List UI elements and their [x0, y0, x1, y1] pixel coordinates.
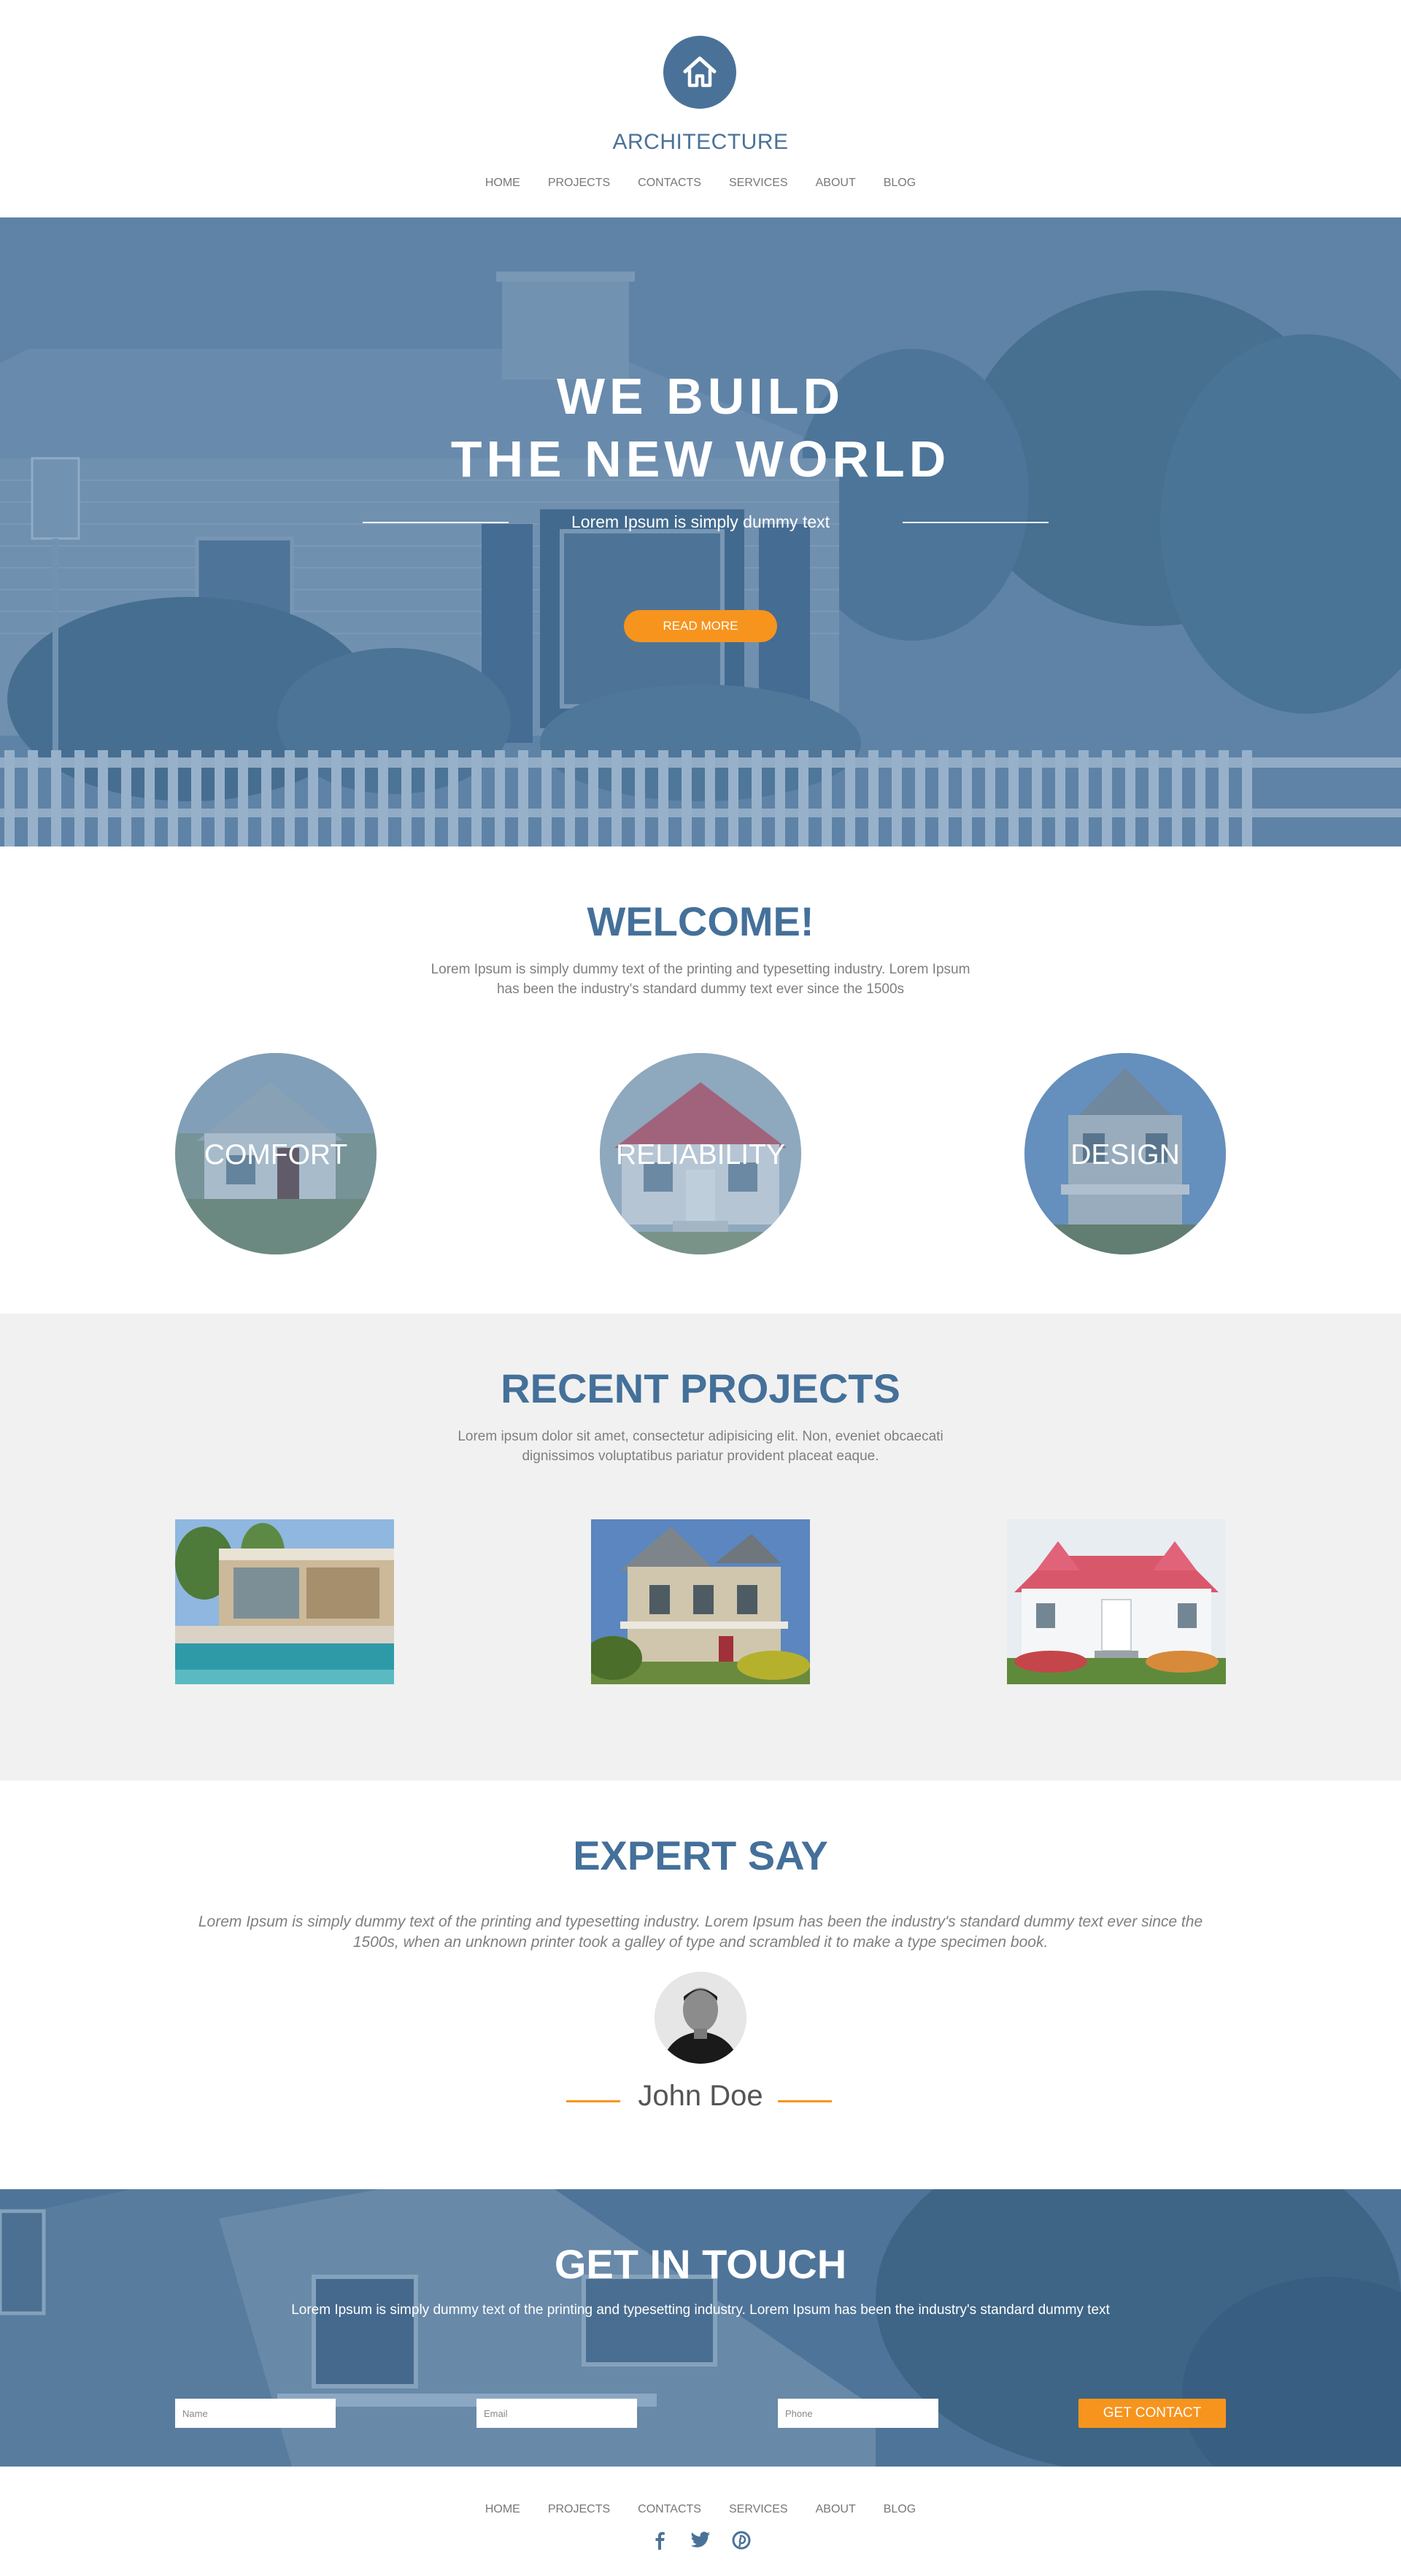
get-contact-button[interactable]: GET CONTACT	[1078, 2399, 1226, 2428]
nav-item-contacts[interactable]: CONTACTS	[638, 177, 701, 190]
name-input[interactable]	[175, 2399, 336, 2428]
hero-title-line1: WE BUILD	[556, 368, 845, 425]
hero-background-image	[0, 217, 1401, 847]
project-thumb-red-roof-house[interactable]	[1007, 1519, 1226, 1684]
pinterest-icon[interactable]	[731, 2530, 752, 2550]
nav-item-services[interactable]: SERVICES	[729, 177, 788, 190]
footer-nav-blog[interactable]: BLOG	[884, 2503, 916, 2516]
expert-section: EXPERT SAY Lorem Ipsum is simply dummy t…	[0, 1781, 1401, 2189]
projects-title: RECENT PROJECTS	[501, 1365, 900, 1411]
footer-nav-projects[interactable]: PROJECTS	[548, 2503, 610, 2516]
welcome-section: WELCOME! Lorem Ipsum is simply dummy tex…	[0, 847, 1401, 1314]
hero-section: WE BUILD THE NEW WORLD Lorem Ipsum is si…	[0, 217, 1401, 847]
welcome-title: WELCOME!	[587, 898, 814, 944]
main-nav: HOME PROJECTS CONTACTS SERVICES ABOUT BL…	[0, 177, 1401, 190]
expert-name: John Doe	[638, 2080, 763, 2112]
name-divider-right	[778, 2100, 832, 2102]
house-icon	[683, 56, 717, 88]
social-links	[0, 2530, 1401, 2550]
hero-title-line2: THE NEW WORLD	[450, 431, 951, 487]
site-footer: HOME PROJECTS CONTACTS SERVICES ABOUT BL…	[0, 2467, 1401, 2576]
contact-description: Lorem Ipsum is simply dummy text of the …	[291, 2302, 1110, 2318]
victorian-house-image	[591, 1519, 810, 1684]
facebook-icon[interactable]	[649, 2530, 670, 2550]
footer-nav-services[interactable]: SERVICES	[729, 2503, 788, 2516]
avatar	[655, 1972, 746, 2064]
feature-reliability[interactable]: RELIABILITY	[600, 1053, 801, 1254]
pool-house-image	[175, 1519, 394, 1684]
site-header: ARCHITECTURE HOME PROJECTS CONTACTS SERV…	[0, 0, 1401, 217]
projects-description: Lorem ipsum dolor sit amet, consectetur …	[458, 1429, 943, 1464]
project-thumb-victorian-house[interactable]	[591, 1519, 810, 1684]
footer-nav-home[interactable]: HOME	[485, 2503, 520, 2516]
footer-nav-contacts[interactable]: CONTACTS	[638, 2503, 701, 2516]
email-input[interactable]	[476, 2399, 637, 2428]
red-roof-house-image	[1007, 1519, 1226, 1684]
expert-quote: Lorem Ipsum is simply dummy text of the …	[198, 1913, 1203, 1951]
nav-item-about[interactable]: ABOUT	[816, 177, 856, 190]
expert-photo	[655, 1972, 746, 2064]
nav-item-home[interactable]: HOME	[485, 177, 520, 190]
hero-divider-right	[903, 522, 1049, 523]
feature-label-reliability: RELIABILITY	[616, 1139, 785, 1171]
twitter-icon[interactable]	[690, 2530, 711, 2550]
expert-title: EXPERT SAY	[573, 1832, 828, 1878]
feature-label-comfort: COMFORT	[204, 1139, 348, 1171]
contact-section: GET IN TOUCH Lorem Ipsum is simply dummy…	[0, 2189, 1401, 2467]
feature-comfort[interactable]: COMFORT	[175, 1053, 377, 1254]
welcome-description: Lorem Ipsum is simply dummy text of the …	[431, 962, 970, 997]
feature-label-design: DESIGN	[1070, 1139, 1180, 1171]
logo[interactable]	[663, 36, 736, 109]
feature-design[interactable]: DESIGN	[1024, 1053, 1226, 1254]
projects-section: RECENT PROJECTS Lorem ipsum dolor sit am…	[0, 1314, 1401, 1781]
hero-subtitle: Lorem Ipsum is simply dummy text	[571, 512, 830, 531]
brand-name: ARCHITECTURE	[612, 130, 789, 154]
contact-title: GET IN TOUCH	[554, 2241, 847, 2287]
nav-item-projects[interactable]: PROJECTS	[548, 177, 610, 190]
project-thumb-pool-house[interactable]	[175, 1519, 394, 1684]
footer-nav: HOME PROJECTS CONTACTS SERVICES ABOUT BL…	[0, 2503, 1401, 2516]
footer-nav-about[interactable]: ABOUT	[816, 2503, 856, 2516]
phone-input[interactable]	[778, 2399, 938, 2428]
read-more-button[interactable]: READ MORE	[624, 610, 777, 642]
nav-item-blog[interactable]: BLOG	[884, 177, 916, 190]
